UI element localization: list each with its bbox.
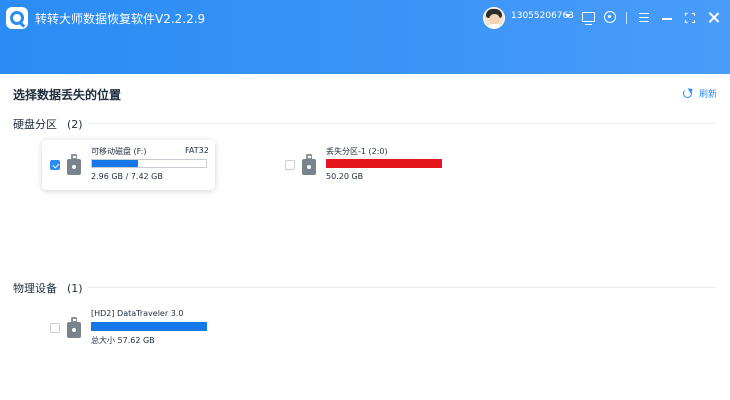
maximize-icon[interactable] [685, 13, 695, 23]
refresh-label: 刷新 [699, 90, 718, 100]
support-icon[interactable] [604, 11, 616, 23]
partition-checkbox[interactable] [50, 160, 60, 170]
app-logo-icon [6, 7, 28, 29]
refresh-icon [683, 89, 692, 98]
physical-section-title: 物理设备 (1) [13, 280, 83, 296]
minimize-icon[interactable] [662, 18, 672, 20]
page-title: 选择数据丢失的位置 [13, 88, 122, 102]
section-divider [88, 123, 716, 124]
partitions-title: 硬盘分区 [13, 118, 57, 131]
usb-drive-icon [67, 154, 81, 176]
app-title: 转转大师数据恢复软件V2.2.2.9 [35, 12, 206, 26]
chevron-down-icon[interactable] [565, 14, 571, 18]
section-divider [88, 287, 716, 288]
partition-card-lost-partition[interactable]: 丢失分区-1 (2:0) 50.20 GB [277, 140, 450, 190]
partition-checkbox[interactable] [285, 160, 295, 170]
physical-count: (1) [67, 282, 83, 295]
partition-usage-bar [91, 159, 207, 168]
device-name: [HD2] DataTraveler 3.0 [91, 309, 184, 318]
header-divider [626, 12, 627, 24]
partition-usage-fill [92, 160, 138, 167]
partition-name: 可移动磁盘 (F:) [91, 147, 147, 156]
partition-name: 丢失分区-1 (2:0) [326, 147, 388, 156]
user-avatar[interactable] [483, 7, 505, 29]
close-icon[interactable] [708, 12, 719, 23]
device-checkbox[interactable] [50, 323, 60, 333]
partitions-count: (2) [67, 118, 83, 131]
device-usage-fill [91, 322, 207, 331]
device-usage-bar [91, 322, 207, 331]
partition-card-removable-disk[interactable]: 可移动磁盘 (F:) FAT32 2.96 GB / 7.42 GB [42, 140, 215, 190]
physical-device-card[interactable]: [HD2] DataTraveler 3.0 总大小 57.62 GB [42, 303, 215, 353]
physical-title: 物理设备 [13, 282, 57, 295]
partition-size: 2.96 GB / 7.42 GB [91, 172, 163, 181]
device-size: 总大小 57.62 GB [91, 336, 155, 345]
usb-drive-icon [67, 317, 81, 339]
partition-filesystem: FAT32 [185, 146, 209, 155]
partitions-section-title: 硬盘分区 (2) [13, 116, 83, 132]
menu-icon[interactable] [639, 13, 649, 22]
partition-size: 50.20 GB [326, 172, 364, 181]
partition-usage-bar [326, 159, 442, 168]
title-bar: 转转大师数据恢复软件V2.2.2.9 13055206763 [0, 0, 730, 74]
message-icon[interactable] [582, 12, 595, 25]
usb-drive-icon [302, 154, 316, 176]
partition-usage-fill [326, 159, 442, 168]
